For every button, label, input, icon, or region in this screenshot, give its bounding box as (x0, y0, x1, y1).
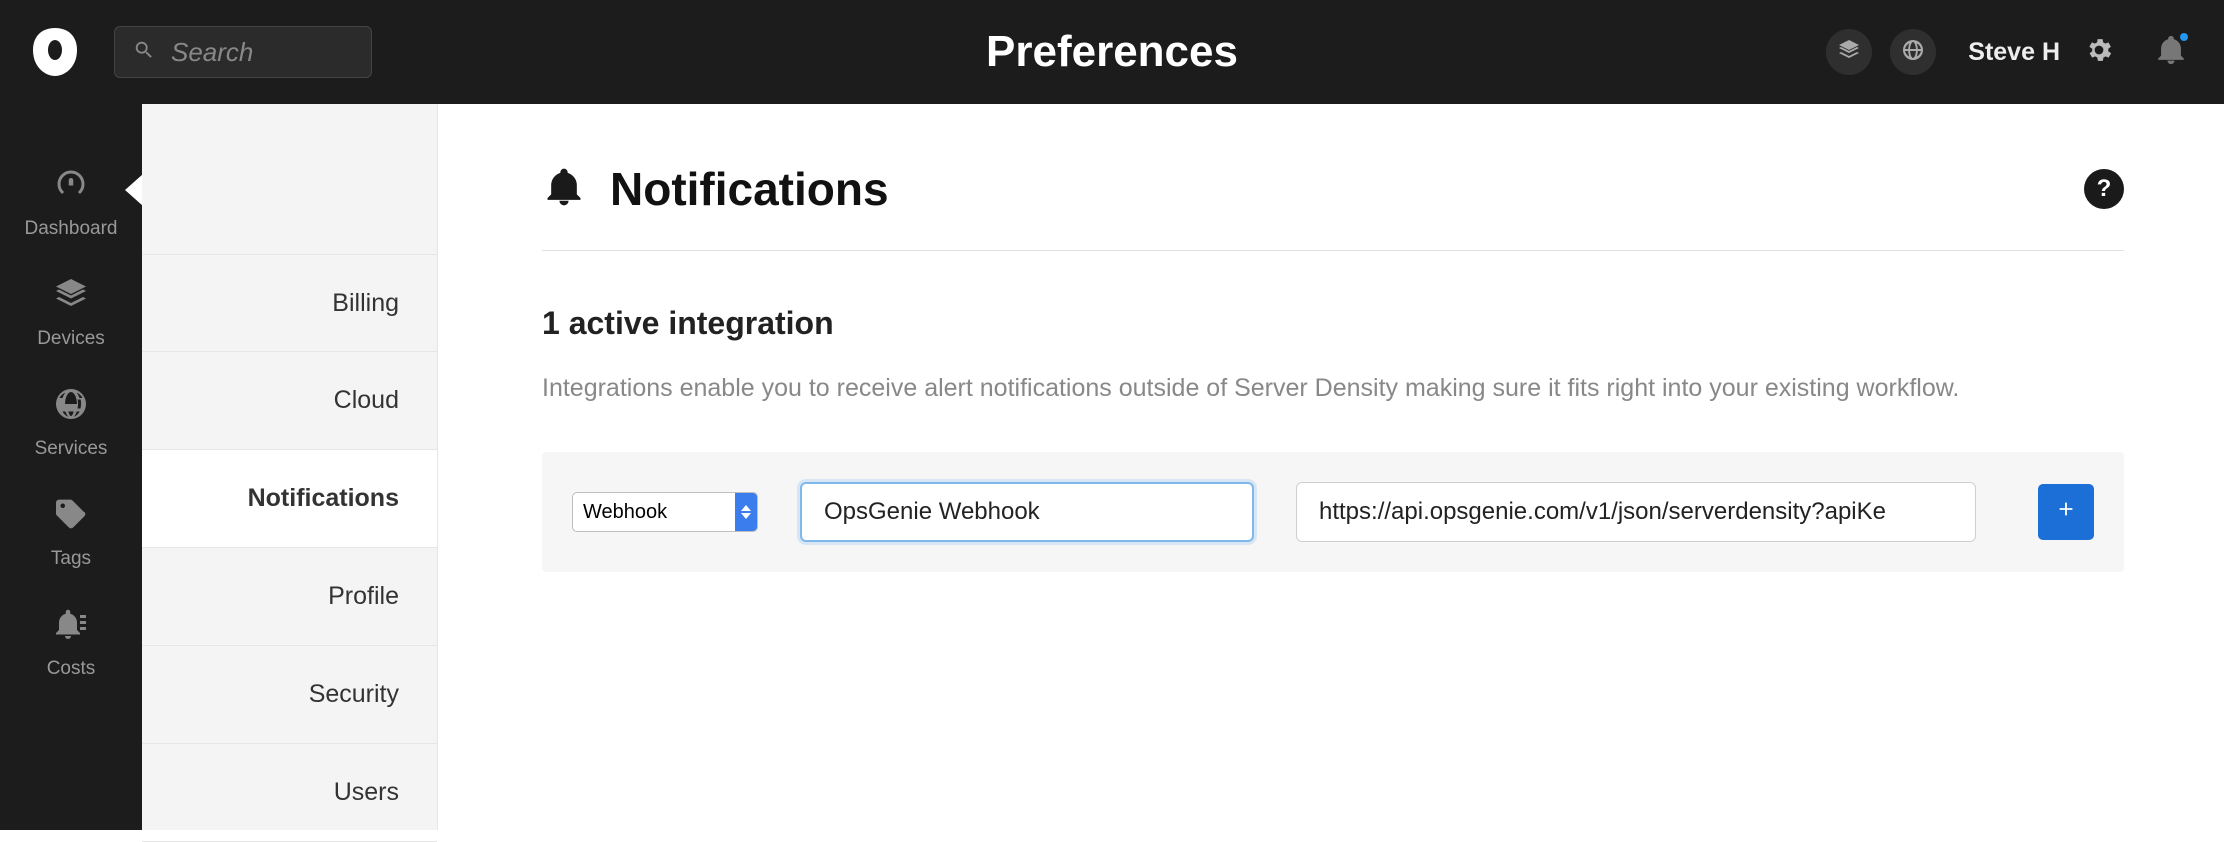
bell-icon (542, 165, 586, 214)
notification-indicator (2178, 31, 2190, 43)
add-integration-button[interactable] (2038, 484, 2094, 540)
page-context-title: Preferences (986, 27, 1238, 77)
search-icon (133, 39, 171, 66)
nav-rail: Dashboard Devices Services Tags Costs (0, 104, 142, 830)
notifications-button[interactable] (2154, 33, 2188, 72)
nav-label: Costs (47, 658, 96, 680)
nav-label: Devices (37, 328, 105, 350)
gear-icon (2084, 52, 2114, 69)
integration-row: Webhook (542, 452, 2124, 572)
help-button[interactable]: ? (2084, 169, 2124, 209)
plus-icon (2055, 498, 2077, 525)
sidebar-item-notifications[interactable]: Notifications (142, 450, 437, 548)
tag-icon (53, 496, 89, 538)
globe-icon (53, 386, 89, 428)
nav-label: Services (35, 438, 108, 460)
nav-label: Tags (51, 548, 91, 570)
topbar: Preferences Steve H (0, 0, 2224, 104)
nav-services[interactable]: Services (0, 376, 142, 486)
sidebar-item-profile[interactable]: Profile (142, 548, 437, 646)
stack-icon (53, 276, 89, 318)
sidebar-item-security[interactable]: Security (142, 646, 437, 744)
integration-url-input[interactable] (1296, 482, 1976, 542)
page-title: Notifications (610, 162, 2084, 216)
bell-lines-icon (53, 606, 89, 648)
nav-dashboard[interactable]: Dashboard (0, 156, 142, 266)
sidebar-item-billing[interactable]: Billing (142, 254, 437, 352)
search-box[interactable] (114, 26, 372, 78)
sidebar-item-cloud[interactable]: Cloud (142, 352, 437, 450)
user-name[interactable]: Steve H (1954, 38, 2066, 67)
bell-icon (2154, 54, 2188, 71)
nav-devices[interactable]: Devices (0, 266, 142, 376)
layers-button[interactable] (1826, 29, 1872, 75)
nav-tags[interactable]: Tags (0, 486, 142, 596)
nav-label: Dashboard (25, 218, 118, 240)
section-description: Integrations enable you to receive alert… (542, 370, 2124, 408)
nav-costs[interactable]: Costs (0, 596, 142, 706)
layers-icon (1837, 38, 1861, 67)
sidebar-item-users[interactable]: Users (142, 744, 437, 842)
settings-button[interactable] (2084, 35, 2114, 70)
integration-name-input[interactable] (800, 482, 1254, 542)
preferences-sidebar: Billing Cloud Notifications Profile Secu… (142, 104, 438, 830)
main-content: Notifications ? 1 active integration Int… (438, 104, 2224, 830)
globe-icon (1901, 38, 1925, 67)
app-logo[interactable] (26, 23, 84, 81)
globe-button[interactable] (1890, 29, 1936, 75)
main-header: Notifications ? (542, 162, 2124, 251)
integration-type-select[interactable]: Webhook (572, 492, 758, 532)
integration-type-select-wrap: Webhook (572, 492, 758, 532)
topbar-right: Steve H (1826, 29, 2188, 75)
gauge-icon (53, 166, 89, 208)
section-title: 1 active integration (542, 305, 2124, 342)
search-input[interactable] (171, 37, 510, 68)
